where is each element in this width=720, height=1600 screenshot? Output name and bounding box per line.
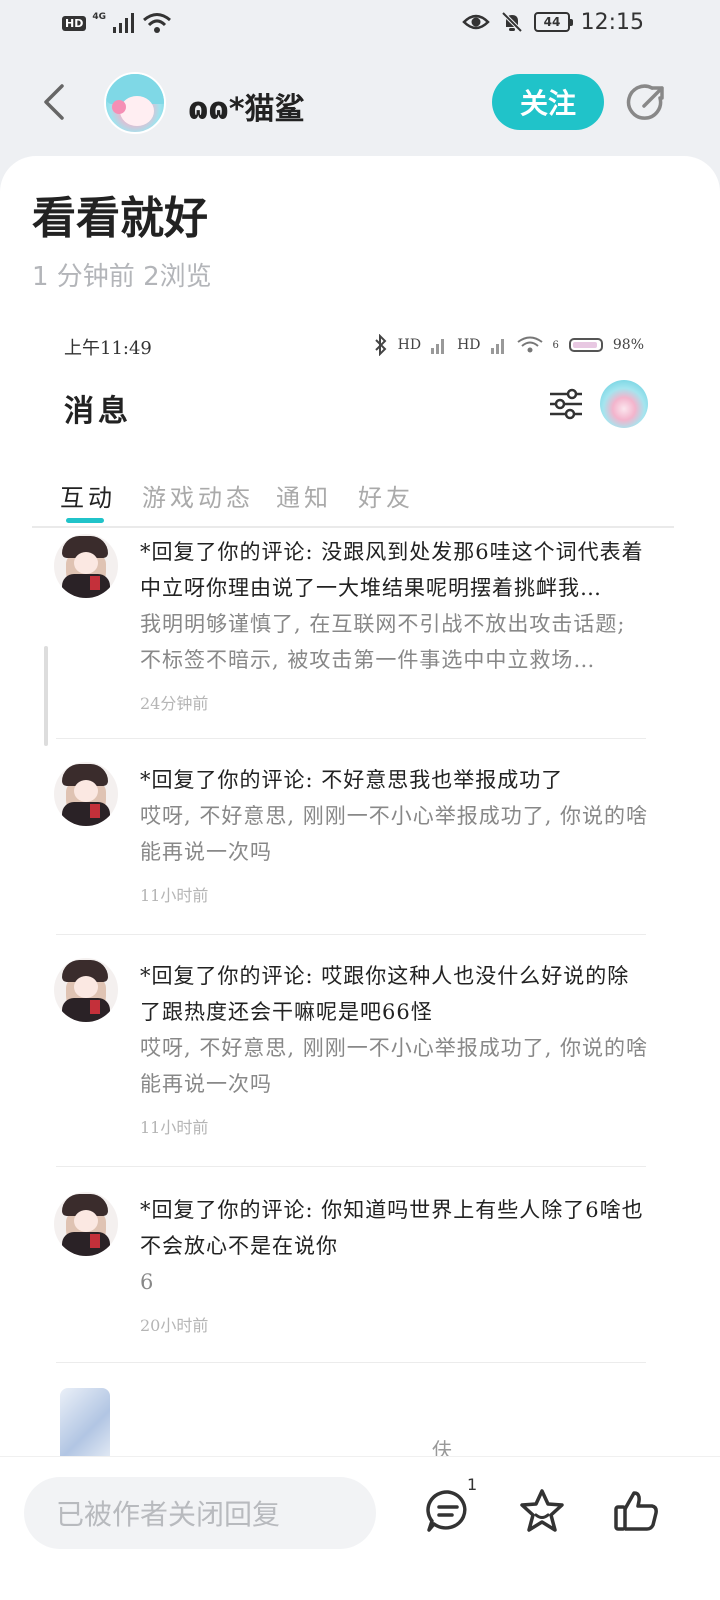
inner-wifi-number: 6 (552, 339, 559, 351)
post-card: 看看就好 1 分钟前 2浏览 上午11:49 HD HD 6 98% 消息 互动… (0, 156, 720, 1466)
active-tab-indicator (66, 518, 104, 523)
hd-badge: HD (62, 15, 87, 31)
star-icon[interactable] (518, 1487, 566, 1535)
avatar (54, 762, 118, 826)
tab-game-updates[interactable]: 游戏动态 (142, 478, 254, 513)
tab-notifications[interactable]: 通知 (276, 478, 332, 513)
bell-off-icon (501, 11, 523, 33)
inner-status-icons: HD HD 6 98% (374, 334, 644, 356)
avatar (54, 1192, 118, 1256)
wifi-icon (516, 336, 543, 353)
avatar (54, 534, 118, 598)
message-main: *回复了你的评论: 没跟风到处发那6哇这个词代表着中立呀你理由说了一大堆结果呢明… (140, 540, 644, 600)
thumbs-up-icon[interactable] (612, 1487, 660, 1535)
message-sub: 我明明够谨慎了, 在互联网不引战不放出攻击话题; 不标签不暗示, 被攻击第一件事… (140, 612, 626, 672)
tab-interaction[interactable]: 互动 (60, 478, 116, 513)
scrollbar[interactable] (44, 646, 48, 746)
share-icon[interactable] (626, 82, 668, 124)
inner-page-title: 消息 (64, 394, 132, 429)
inner-hd-2: HD (457, 337, 481, 353)
message-sub: 哎呀, 不好意思, 刚刚一不小心举报成功了, 你说的啥能再说一次吗 (140, 804, 649, 864)
network-type: 4G (92, 12, 106, 22)
message-main: *回复了你的评论: 不好意思我也举报成功了 (140, 768, 564, 792)
inner-battery-text: 98% (612, 337, 644, 353)
status-right: 44 (462, 10, 573, 34)
message-time: 11小时前 (140, 1118, 209, 1137)
inner-hd-1: HD (397, 337, 422, 353)
divider (56, 1166, 646, 1167)
status-bar: HD 4G 44 12:15 (0, 0, 720, 48)
status-time: 12:15 (580, 10, 644, 35)
inner-tabs: 互动 游戏动态 通知 好友 (32, 466, 674, 528)
reply-input[interactable]: 已被作者关闭回复 (24, 1477, 376, 1549)
message-time: 24分钟前 (140, 694, 209, 713)
message-sub: 哎呀, 不好意思, 刚刚一不小心举报成功了, 你说的啥能再说一次吗 (140, 1036, 649, 1096)
back-arrow-icon[interactable] (36, 80, 76, 124)
avatar (60, 1388, 110, 1458)
post-title: 看看就好 (32, 193, 208, 244)
filter-icon[interactable] (546, 384, 586, 424)
status-left: HD 4G (62, 12, 172, 34)
eye-icon (462, 14, 490, 30)
signal-icon (113, 13, 134, 33)
author-name[interactable]: ɷɷ*猫鲨 (188, 84, 305, 128)
message-main: *回复了你的评论: 你知道吗世界上有些人除了6啥也不会放心不是在说你 (140, 1198, 644, 1258)
avatar (54, 958, 118, 1022)
post-meta: 1 分钟前 2浏览 (32, 262, 212, 292)
divider (56, 1362, 646, 1363)
wifi-icon (143, 13, 171, 33)
signal-icon (431, 339, 445, 354)
inner-battery-icon (568, 338, 603, 352)
comment-icon[interactable] (424, 1487, 472, 1535)
inner-user-avatar[interactable] (600, 380, 648, 428)
bottom-action-bar: 已被作者关闭回复 1 (0, 1456, 720, 1600)
inner-status-bar: 上午11:49 HD HD 6 98% (64, 334, 644, 359)
battery-indicator: 44 (534, 12, 573, 32)
message-time: 20小时前 (140, 1316, 209, 1335)
follow-button[interactable]: 关注 (492, 74, 604, 130)
inner-time: 上午11:49 (64, 338, 152, 359)
comment-count: 1 (467, 1475, 478, 1494)
divider (56, 738, 646, 739)
message-main: *回复了你的评论: 哎跟你这种人也没什么好说的除了跟热度还会干嘛呢是吧66怪 (140, 964, 630, 1024)
post-header: ɷɷ*猫鲨 关注 (0, 60, 720, 150)
bluetooth-icon (374, 334, 387, 356)
message-time: 11小时前 (140, 886, 209, 905)
author-avatar[interactable] (104, 72, 166, 134)
message-sub: 6 (140, 1270, 155, 1294)
attached-screenshot[interactable]: 上午11:49 HD HD 6 98% 消息 互动 游戏动态 通知 好友 *回复… (32, 316, 688, 1466)
signal-icon (490, 339, 504, 354)
divider (56, 934, 646, 935)
tab-friends[interactable]: 好友 (358, 478, 414, 513)
